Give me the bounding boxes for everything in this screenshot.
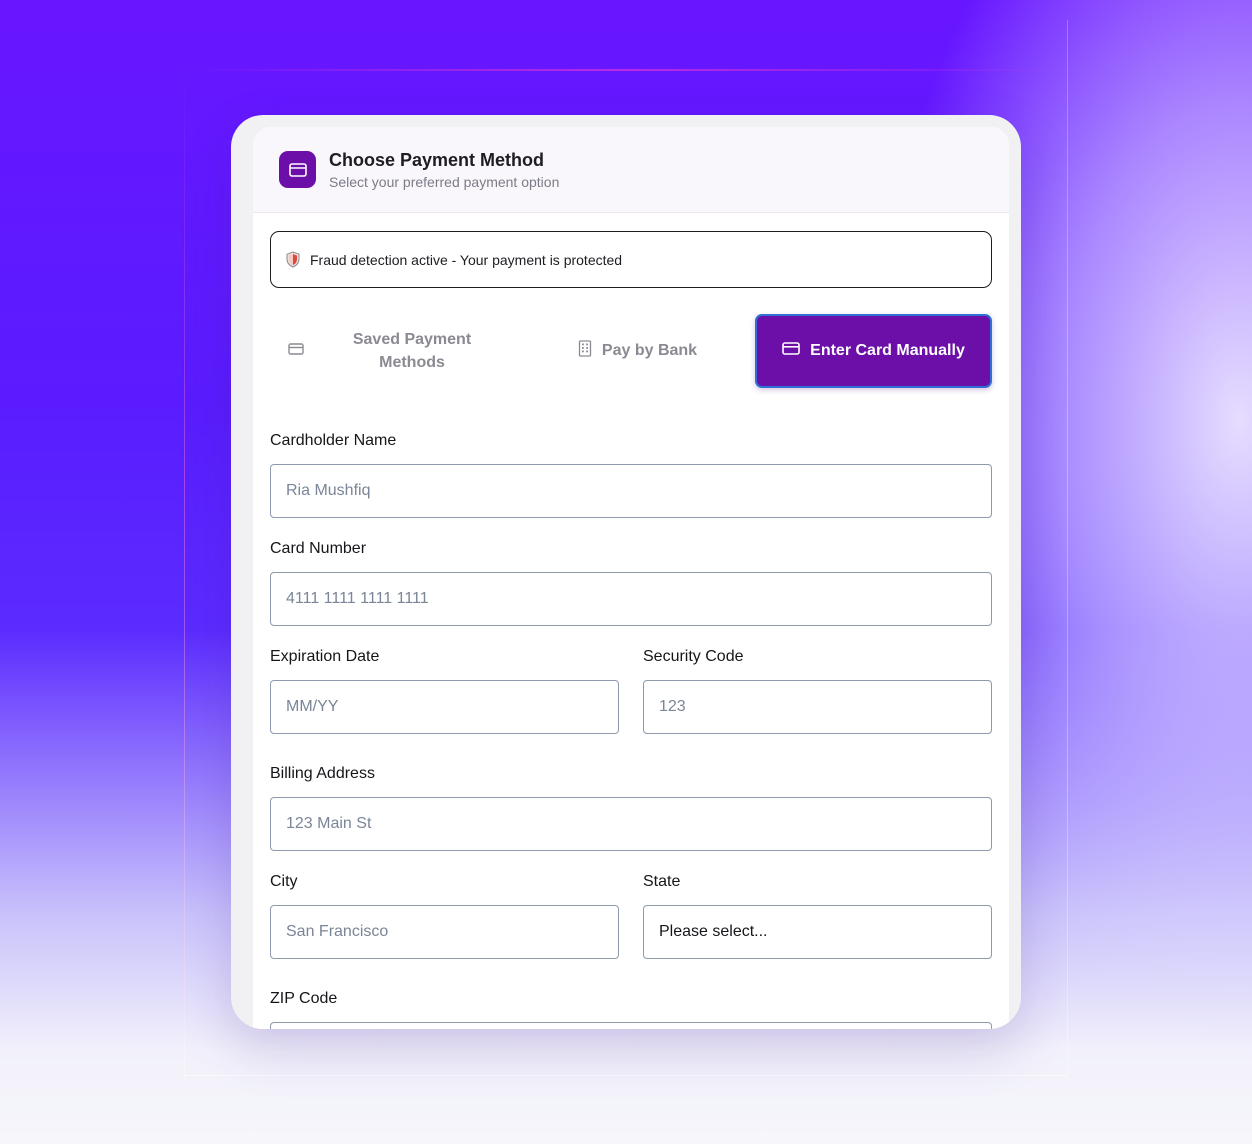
building-icon xyxy=(578,340,592,362)
decorative-glow-line xyxy=(184,70,185,1080)
payment-screen: Choose Payment Method Select your prefer… xyxy=(253,127,1009,1029)
card-number-input[interactable]: 4111 1111 1111 1111 xyxy=(270,572,992,626)
zip-code-input[interactable]: 94105 xyxy=(270,1022,992,1029)
decorative-glow-line xyxy=(185,1075,1067,1076)
expiration-date-input[interactable]: MM/YY xyxy=(270,680,619,734)
cardholder-name-label: Cardholder Name xyxy=(270,432,397,449)
billing-address-input[interactable]: 123 Main St xyxy=(270,797,992,851)
state-selected-value: Please select... xyxy=(659,923,768,940)
tab-label: Pay by Bank xyxy=(601,342,698,359)
cardholder-name-input[interactable]: Ria Mushfiq xyxy=(270,464,992,518)
decorative-glow-line xyxy=(1067,20,1068,1080)
security-code-label: Security Code xyxy=(643,648,744,665)
state-select[interactable]: Please select... xyxy=(643,905,992,959)
expiration-date-label: Expiration Date xyxy=(270,648,380,665)
payment-header: Choose Payment Method Select your prefer… xyxy=(253,127,1009,213)
shield-icon xyxy=(286,251,300,268)
tab-label: Saved Payment Methods xyxy=(352,331,472,371)
decorative-glow-line xyxy=(185,69,1067,71)
expiration-date-placeholder: MM/YY xyxy=(286,698,339,715)
billing-address-label: Billing Address xyxy=(270,765,375,782)
billing-address-placeholder: 123 Main St xyxy=(286,815,372,832)
credit-card-icon xyxy=(279,151,316,188)
page-subtitle: Select your preferred payment option xyxy=(329,174,560,190)
card-form: Cardholder Name Ria Mushfiq Card Number … xyxy=(270,432,992,1029)
card-number-label: Card Number xyxy=(270,540,367,557)
page-title: Choose Payment Method xyxy=(329,150,545,170)
tab-saved-payment-methods[interactable]: Saved Payment Methods xyxy=(270,314,520,388)
tab-enter-card-manually[interactable]: Enter Card Manually xyxy=(755,314,992,388)
fraud-banner-text: Fraud detection active - Your payment is… xyxy=(310,251,623,268)
fraud-detection-banner: Fraud detection active - Your payment is… xyxy=(270,231,992,288)
security-code-input[interactable]: 123 xyxy=(643,680,992,734)
zip-code-label: ZIP Code xyxy=(270,990,338,1007)
device-frame: Choose Payment Method Select your prefer… xyxy=(231,115,1021,1029)
credit-card-icon xyxy=(288,342,304,360)
city-label: City xyxy=(270,873,298,890)
city-placeholder: San Francisco xyxy=(286,923,389,940)
security-code-placeholder: 123 xyxy=(659,698,686,715)
payment-method-tabs: Saved Payment Methods Pay by Bank Enter … xyxy=(270,314,992,388)
tab-label: Enter Card Manually xyxy=(810,342,965,359)
tab-pay-by-bank[interactable]: Pay by Bank xyxy=(520,314,755,388)
credit-card-icon xyxy=(782,342,800,360)
state-label: State xyxy=(643,873,681,890)
city-input[interactable]: San Francisco xyxy=(270,905,619,959)
card-number-placeholder: 4111 1111 1111 1111 xyxy=(286,590,429,607)
cardholder-name-placeholder: Ria Mushfiq xyxy=(286,482,371,499)
